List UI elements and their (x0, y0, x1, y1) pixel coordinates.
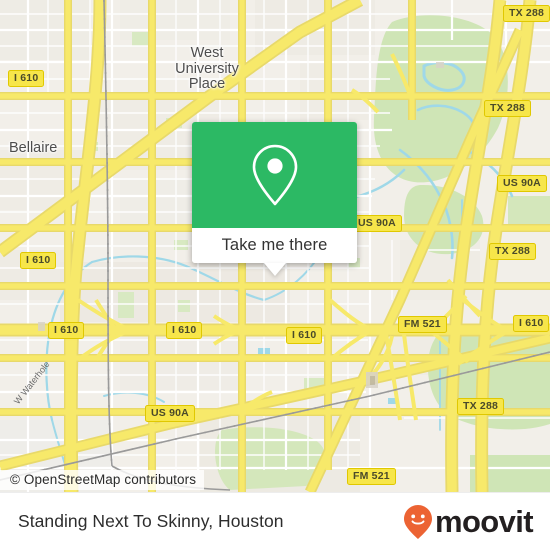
moovit-smiley-pin-icon (403, 504, 432, 539)
popup-pointer-arrow (263, 263, 286, 276)
moovit-brand-logo[interactable]: moovit (403, 504, 534, 540)
road-shield: TX 288 (457, 398, 505, 416)
road-shield: I 610 (48, 322, 85, 340)
map-pin-icon (252, 144, 297, 206)
map-screenshot: .rd { stroke:#f7e96a; stroke-linecap:but… (0, 0, 550, 550)
moovit-wordmark: moovit (434, 504, 534, 539)
road-shield: TX 288 (489, 243, 537, 261)
place-label-west-university-place: West University Place (175, 45, 239, 93)
road-shield: TX 288 (484, 100, 532, 118)
road-shield: I 610 (166, 322, 203, 340)
road-shield: I 610 (20, 252, 57, 270)
place-label-bellaire: Bellaire (9, 140, 58, 156)
road-shield: US 90A (145, 405, 195, 423)
road-shield: FM 521 (347, 468, 396, 486)
road-shield: I 610 (286, 327, 323, 345)
location-popup-card[interactable]: Take me there (192, 122, 357, 276)
take-me-there-button[interactable]: Take me there (192, 228, 357, 263)
road-shield: TX 288 (503, 5, 550, 23)
place-name-title: Standing Next To Skinny, Houston (18, 511, 284, 531)
popup-header (192, 122, 357, 228)
road-shield: I 610 (8, 70, 45, 88)
road-shield: I 610 (513, 315, 550, 333)
road-shield: US 90A (352, 215, 402, 233)
road-shield: US 90A (497, 175, 547, 193)
road-shield: FM 521 (398, 316, 447, 334)
bottom-info-bar: Standing Next To Skinny, Houston moovit (0, 492, 550, 550)
take-me-there-label: Take me there (221, 236, 328, 254)
